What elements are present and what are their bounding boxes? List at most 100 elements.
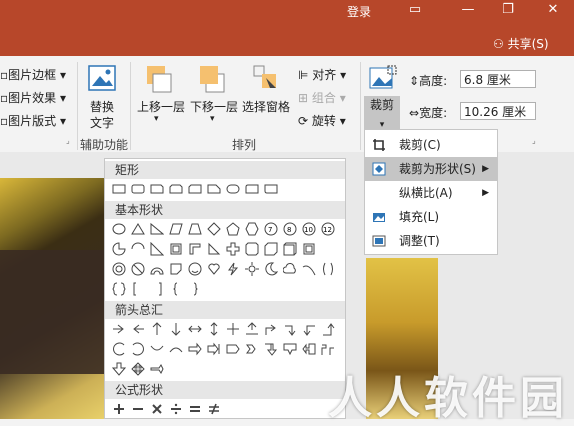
shape-rect-3-icon[interactable]	[147, 180, 166, 198]
close-icon[interactable]: ✕	[543, 2, 563, 18]
shape-b4-4-icon[interactable]	[166, 280, 185, 298]
chevron-down-icon[interactable]: ▾	[154, 114, 159, 124]
shape-a2-2-icon[interactable]	[128, 340, 147, 358]
shape-e1-4-icon[interactable]	[166, 400, 185, 418]
shape-b1-8-icon[interactable]	[242, 220, 261, 238]
shape-b3-11-icon[interactable]	[299, 260, 318, 278]
picture-effects-button[interactable]: ▫图片效果 ▾	[0, 89, 66, 106]
shape-b3-2-icon[interactable]	[128, 260, 147, 278]
shape-b3-12-icon[interactable]	[318, 260, 337, 278]
alt-text-button[interactable]: 替换	[90, 98, 114, 115]
shape-a2-1-icon[interactable]	[109, 340, 128, 358]
menu-item-fit[interactable]: 调整(T)	[365, 229, 497, 253]
shape-b1-12-icon[interactable]: 12	[318, 220, 337, 238]
menu-item-crop[interactable]: 裁剪(C)	[365, 133, 497, 157]
shape-rect-6-icon[interactable]	[204, 180, 223, 198]
shape-b3-9-icon[interactable]	[261, 260, 280, 278]
login-link[interactable]: 登录	[347, 3, 371, 20]
restore-icon[interactable]: ❐	[498, 2, 518, 18]
menu-item-fill[interactable]: 填充(L)	[365, 205, 497, 229]
shape-b2-10-icon[interactable]	[280, 240, 299, 258]
ribbon-display-icon[interactable]: ▭	[405, 2, 425, 18]
shape-b1-11-icon[interactable]: 10	[299, 220, 318, 238]
shape-b4-3-icon[interactable]	[147, 280, 166, 298]
shape-b1-3-icon[interactable]	[147, 220, 166, 238]
shape-b2-7-icon[interactable]	[223, 240, 242, 258]
shape-a2-8-icon[interactable]	[242, 340, 261, 358]
dialog-launcher-icon[interactable]: ⌟	[532, 136, 536, 145]
height-input[interactable]: 6.8 厘米	[460, 70, 536, 88]
shape-a1-9-icon[interactable]	[261, 320, 280, 338]
menu-item-crop-to-shape[interactable]: 裁剪为形状(S) ▶	[365, 157, 497, 181]
shape-b2-6-icon[interactable]	[204, 240, 223, 258]
dialog-launcher-icon[interactable]: ⌟	[66, 136, 70, 145]
chevron-down-icon[interactable]: ▾	[210, 114, 215, 124]
shape-a2-5-icon[interactable]	[185, 340, 204, 358]
minimize-icon[interactable]: —	[458, 2, 478, 18]
shape-rect-2-icon[interactable]	[128, 180, 147, 198]
shape-a2-12-icon[interactable]	[318, 340, 337, 358]
shape-a2-10-icon[interactable]	[280, 340, 299, 358]
shape-b2-1-icon[interactable]	[109, 240, 128, 258]
send-backward-button[interactable]: 下移一层	[190, 98, 238, 115]
shape-b1-10-icon[interactable]: 8	[280, 220, 299, 238]
selection-pane-button[interactable]: 选择窗格	[242, 98, 290, 115]
shape-a3-3-icon[interactable]	[147, 360, 166, 378]
shape-b3-8-icon[interactable]	[242, 260, 261, 278]
shape-b3-7-icon[interactable]	[223, 260, 242, 278]
menu-item-aspect-ratio[interactable]: 纵横比(A) ▶	[365, 181, 497, 205]
shape-b1-9-icon[interactable]: 7	[261, 220, 280, 238]
shape-a2-3-icon[interactable]	[147, 340, 166, 358]
shape-b3-4-icon[interactable]	[166, 260, 185, 278]
shape-a1-3-icon[interactable]	[147, 320, 166, 338]
shape-e1-5-icon[interactable]	[185, 400, 204, 418]
shape-b2-9-icon[interactable]	[261, 240, 280, 258]
shape-a1-5-icon[interactable]	[185, 320, 204, 338]
shape-b4-2-icon[interactable]	[128, 280, 147, 298]
shape-b3-3-icon[interactable]	[147, 260, 166, 278]
shape-a1-2-icon[interactable]	[128, 320, 147, 338]
shape-b2-2-icon[interactable]	[128, 240, 147, 258]
shape-rect-7-icon[interactable]	[223, 180, 242, 198]
group-button[interactable]: ⊞ 组合 ▾	[298, 89, 346, 106]
shape-a1-11-icon[interactable]	[299, 320, 318, 338]
align-button[interactable]: ⊫ 对齐 ▾	[298, 66, 346, 83]
shape-b1-1-icon[interactable]	[109, 220, 128, 238]
shape-e1-1-icon[interactable]	[109, 400, 128, 418]
shape-e1-2-icon[interactable]	[128, 400, 147, 418]
shape-a2-7-icon[interactable]	[223, 340, 242, 358]
shape-a1-6-icon[interactable]	[204, 320, 223, 338]
shape-b3-6-icon[interactable]	[204, 260, 223, 278]
shape-a1-7-icon[interactable]	[223, 320, 242, 338]
crop-button[interactable]: 裁剪 ▾	[364, 96, 400, 130]
picture-layout-button[interactable]: ▫图片版式 ▾	[0, 112, 66, 129]
shape-b2-5-icon[interactable]	[185, 240, 204, 258]
picture-border-button[interactable]: ▫图片边框 ▾	[0, 66, 66, 83]
share-button[interactable]: ⚇ 共享(S)	[493, 35, 549, 52]
shape-a3-1-icon[interactable]	[109, 360, 128, 378]
shape-rect-8-icon[interactable]	[242, 180, 261, 198]
shape-a1-4-icon[interactable]	[166, 320, 185, 338]
rotate-button[interactable]: ⟳ 旋转 ▾	[298, 112, 346, 129]
shape-a1-10-icon[interactable]	[280, 320, 299, 338]
shape-b4-1-icon[interactable]	[109, 280, 128, 298]
shape-rect-1-icon[interactable]	[109, 180, 128, 198]
shape-a1-8-icon[interactable]	[242, 320, 261, 338]
width-input[interactable]: 10.26 厘米	[460, 102, 536, 120]
shape-a2-9-icon[interactable]	[261, 340, 280, 358]
bring-forward-button[interactable]: 上移一层	[137, 98, 185, 115]
shape-e1-3-icon[interactable]	[147, 400, 166, 418]
shape-b3-10-icon[interactable]	[280, 260, 299, 278]
shape-a2-11-icon[interactable]	[299, 340, 318, 358]
shape-b3-1-icon[interactable]	[109, 260, 128, 278]
shape-b1-6-icon[interactable]	[204, 220, 223, 238]
shape-b2-4-icon[interactable]	[166, 240, 185, 258]
shape-a2-6-icon[interactable]	[204, 340, 223, 358]
shape-b1-2-icon[interactable]	[128, 220, 147, 238]
shape-a1-12-icon[interactable]	[318, 320, 337, 338]
shape-a1-1-icon[interactable]	[109, 320, 128, 338]
shape-b1-5-icon[interactable]	[185, 220, 204, 238]
shape-b1-4-icon[interactable]	[166, 220, 185, 238]
shape-b4-5-icon[interactable]	[185, 280, 204, 298]
shape-b2-11-icon[interactable]	[299, 240, 318, 258]
